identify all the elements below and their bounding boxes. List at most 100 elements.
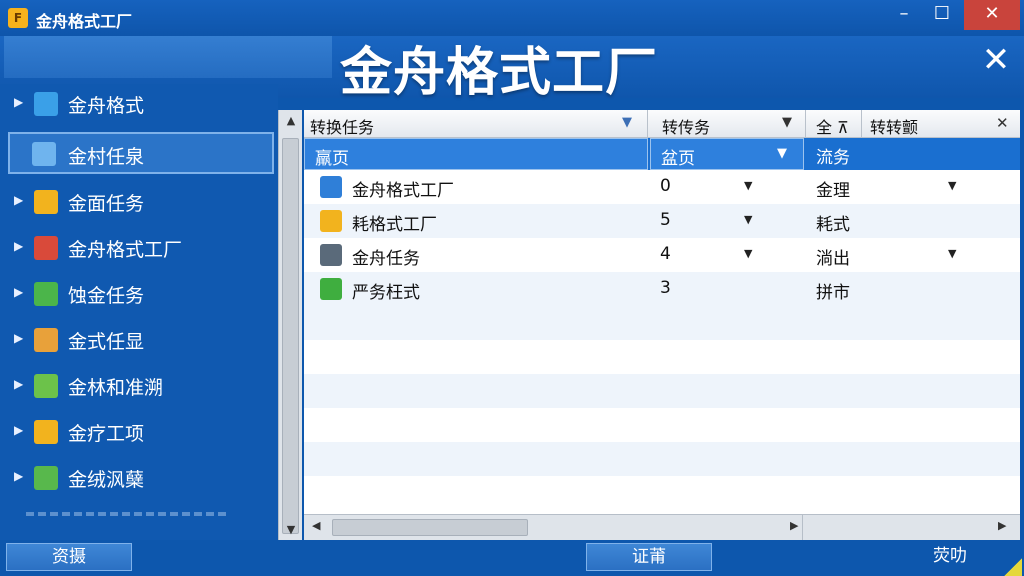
- sidebar-item[interactable]: ▶ 金绒沨蘖: [8, 458, 274, 500]
- empty-row: [304, 374, 1020, 408]
- chevron-right-icon[interactable]: ▶: [14, 423, 23, 437]
- table-row[interactable]: 金舟任务 4 ▼ 淌出 ▼: [304, 238, 1020, 272]
- task-status-cell[interactable]: 金理 ▼: [806, 170, 1020, 204]
- task-count-cell[interactable]: 4 ▼: [648, 238, 806, 272]
- window-close-button[interactable]: ✕: [964, 0, 1020, 30]
- task-count-cell[interactable]: 5 ▼: [648, 204, 806, 238]
- task-status-cell[interactable]: 拼市: [806, 272, 1020, 306]
- table-row[interactable]: 严务枉式 3 拼市: [304, 272, 1020, 306]
- scroll-left-icon[interactable]: ◀: [312, 519, 320, 532]
- task-status: 耗式: [816, 215, 850, 235]
- task-status-cell[interactable]: 淌出 ▼: [806, 238, 1020, 272]
- task-name-cell[interactable]: 耗格式工厂: [304, 204, 648, 238]
- sidebar-item-label: 金疗工项: [68, 423, 145, 445]
- globe-user-icon: [34, 282, 58, 306]
- scroll-thumb[interactable]: [282, 138, 299, 534]
- scroll-right-icon[interactable]: ▶: [790, 519, 798, 532]
- task-name: 耗格式工厂: [352, 215, 437, 235]
- chevron-down-icon[interactable]: ▼: [744, 213, 752, 226]
- task-name-cell[interactable]: 金舟任务: [304, 238, 648, 272]
- left-action-button[interactable]: 资摄: [6, 543, 132, 571]
- filter-cell-task[interactable]: 羸页: [304, 138, 648, 170]
- column-header-label: 转传务: [662, 118, 711, 137]
- maximize-button[interactable]: ☐: [922, 0, 962, 30]
- sidebar-item[interactable]: ▶ 金舟格式工厂: [8, 228, 274, 270]
- chevron-right-icon[interactable]: ▶: [14, 469, 23, 483]
- chevron-down-icon[interactable]: ▼: [744, 247, 752, 260]
- sidebar-item[interactable]: ▶ 金面任务: [8, 182, 274, 224]
- chevron-down-icon[interactable]: ▼: [782, 115, 792, 130]
- tool-icon: [34, 236, 58, 260]
- task-status-cell[interactable]: 耗式: [806, 204, 1020, 238]
- info-icon: [320, 278, 342, 300]
- task-count: 5: [660, 210, 671, 230]
- scroll-down-icon[interactable]: ▼: [279, 523, 303, 536]
- sidebar-item[interactable]: ▶ 金舟格式: [8, 84, 274, 126]
- scroll-divider: [802, 515, 803, 541]
- column-header-label: 转换任务: [310, 118, 375, 137]
- chevron-right-icon[interactable]: ▶: [14, 377, 23, 391]
- sidebar-item[interactable]: 金村任泉: [8, 132, 274, 174]
- resize-grip-icon[interactable]: [1004, 558, 1022, 576]
- sidebar-scrollbar[interactable]: ▲ ▼: [278, 110, 302, 540]
- empty-row: [304, 340, 1020, 374]
- task-grid: 转换任务 ▼ 转传务 ▼ 全 ⊼ 转转颤 ✕ 羸页 盆页 ▼ 流务 金舟格式工厂…: [304, 110, 1020, 540]
- scroll-right-icon[interactable]: ▶: [998, 519, 1006, 532]
- sidebar-item[interactable]: ▶ 金林和准溯: [8, 366, 274, 408]
- filter-cell-transfer[interactable]: 盆页 ▼: [650, 138, 804, 170]
- column-header-task[interactable]: 转换任务 ▼: [304, 110, 648, 138]
- sidebar: ▶ 金舟格式 金村任泉 ▶ 金面任务 ▶ 金舟格式工厂 ▶ 蚀金任务 ▶ 金式任显 ▶ 金林和准溯 ▶ 金疗…: [0, 84, 278, 540]
- filter-cell-status[interactable]: 流务: [806, 138, 1020, 170]
- middle-action-button[interactable]: 证莆: [586, 543, 712, 571]
- media-icon: [34, 374, 58, 398]
- banner-close-button[interactable]: ✕: [976, 40, 1016, 80]
- grid-horizontal-scrollbar[interactable]: ◀ ▶ ▶: [304, 514, 1020, 541]
- task-name-cell[interactable]: 严务枉式: [304, 272, 648, 306]
- chevron-down-icon[interactable]: ▼: [777, 146, 787, 161]
- task-name-cell[interactable]: 金舟格式工厂: [304, 170, 648, 204]
- sidebar-item[interactable]: ▶ 金疗工项: [8, 412, 274, 454]
- chevron-right-icon[interactable]: ▶: [14, 239, 23, 253]
- table-row[interactable]: 耗格式工厂 5 ▼ 耗式: [304, 204, 1020, 238]
- puzzle-icon: [34, 92, 58, 116]
- task-name: 金舟任务: [352, 249, 420, 269]
- minimize-button[interactable]: –: [884, 0, 924, 30]
- sidebar-item-label: 金式任显: [68, 331, 145, 353]
- scroll-thumb[interactable]: [332, 519, 528, 536]
- sidebar-item[interactable]: ▶ 蚀金任务: [8, 274, 274, 316]
- sidebar-item-label: 金村任泉: [68, 146, 145, 168]
- chevron-right-icon[interactable]: ▶: [14, 95, 23, 109]
- task-count: 3: [660, 278, 671, 298]
- filter-label: 流务: [816, 148, 850, 168]
- banner-highlight: [4, 36, 332, 78]
- sidebar-item-label: 金舟格式工厂: [68, 239, 183, 261]
- close-icon[interactable]: ✕: [996, 114, 1009, 132]
- chevron-down-icon[interactable]: ▼: [744, 179, 752, 192]
- chevron-down-icon[interactable]: ▼: [948, 247, 956, 260]
- chevron-right-icon[interactable]: ▶: [14, 285, 23, 299]
- task-count: 0: [660, 176, 671, 196]
- task-count-cell[interactable]: 3: [648, 272, 806, 306]
- column-header-amount[interactable]: 转转颤 ✕: [862, 110, 1020, 138]
- empty-row: [304, 408, 1020, 442]
- sidebar-item-label: 金绒沨蘖: [68, 469, 145, 491]
- chevron-right-icon[interactable]: ▶: [14, 193, 23, 207]
- right-action-button[interactable]: 荧叻: [900, 543, 1000, 571]
- column-header-all[interactable]: 全 ⊼: [806, 110, 862, 138]
- chevron-down-icon[interactable]: ▼: [948, 179, 956, 192]
- filter-row: 羸页 盆页 ▼ 流务: [304, 138, 1020, 170]
- calendar-icon: [34, 328, 58, 352]
- task-count-cell[interactable]: 0 ▼: [648, 170, 806, 204]
- sidebar-item[interactable]: ▶ 金式任显: [8, 320, 274, 362]
- scroll-up-icon[interactable]: ▲: [279, 114, 303, 127]
- monitor-icon: [320, 244, 342, 266]
- chevron-right-icon[interactable]: ▶: [14, 331, 23, 345]
- sidebar-item-partial: [26, 512, 226, 532]
- column-header-transfer[interactable]: 转传务 ▼: [648, 110, 806, 138]
- folder-icon: [34, 190, 58, 214]
- chevron-down-icon[interactable]: ▼: [622, 115, 632, 130]
- task-count: 4: [660, 244, 671, 264]
- sidebar-overflow: [0, 506, 278, 540]
- table-row[interactable]: 金舟格式工厂 0 ▼ 金理 ▼: [304, 170, 1020, 204]
- sidebar-item-label: 蚀金任务: [68, 285, 145, 307]
